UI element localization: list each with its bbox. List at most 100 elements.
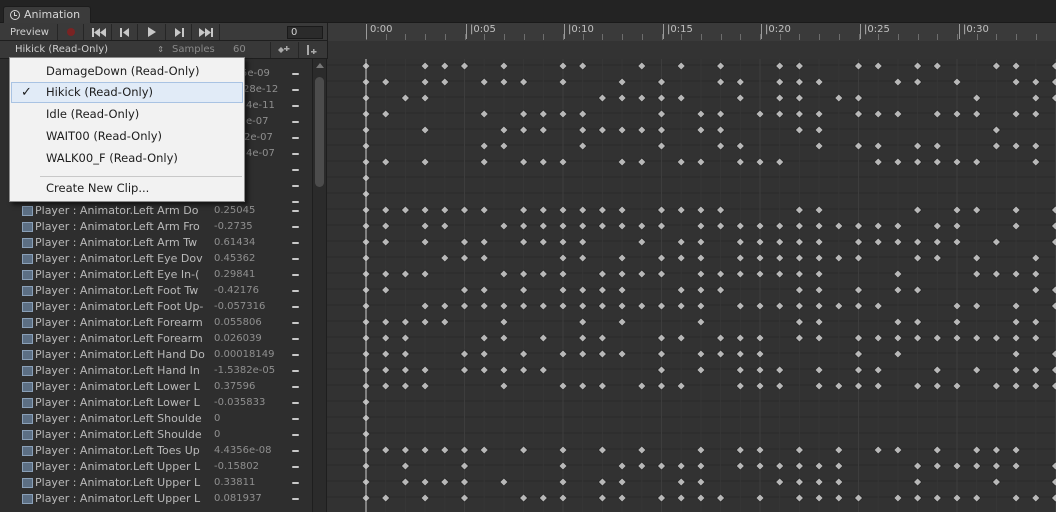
keyframe-diamond[interactable] — [952, 493, 962, 503]
property-value[interactable]: 0.081937 — [214, 491, 290, 507]
keyframe-diamond[interactable] — [932, 461, 942, 471]
keyframe-diamond[interactable] — [755, 365, 765, 375]
keyframe-diamond[interactable] — [578, 333, 588, 343]
keyframe-diamond[interactable] — [637, 301, 647, 311]
keyframe-diamond[interactable] — [538, 493, 548, 503]
keyframe-diamond[interactable] — [775, 109, 785, 119]
keyframe-diamond[interactable] — [519, 269, 529, 279]
keyframe-diamond[interactable] — [637, 445, 647, 455]
keyframe-diamond[interactable] — [676, 237, 686, 247]
keyframe-diamond[interactable] — [913, 493, 923, 503]
keyframe-diamond[interactable] — [1011, 221, 1021, 231]
remove-icon[interactable] — [292, 498, 299, 500]
keyframe-diamond[interactable] — [499, 365, 509, 375]
keyframe-diamond[interactable] — [1011, 381, 1021, 391]
keyframe-diamond[interactable] — [913, 317, 923, 327]
keyframe-diamond[interactable] — [735, 461, 745, 471]
keyframe-diamond[interactable] — [932, 109, 942, 119]
keyframe-diamond[interactable] — [617, 93, 627, 103]
property-row[interactable]: Player : Animator.Left Shoulde 0 — [0, 411, 312, 427]
keyframe-diamond[interactable] — [972, 493, 982, 503]
property-row[interactable]: Player : Animator.Left Toes Up 4.4356e-08 — [0, 443, 312, 459]
keyframe-diamond[interactable] — [657, 205, 666, 215]
keyframe-diamond[interactable] — [420, 269, 430, 279]
keyframe-diamond[interactable] — [400, 317, 410, 327]
keyframe-diamond[interactable] — [873, 333, 883, 343]
keyframe-diamond[interactable] — [696, 221, 706, 231]
keyframe-diamond[interactable] — [1051, 461, 1056, 471]
keyframe-diamond[interactable] — [558, 77, 568, 87]
keyframe-diamond[interactable] — [519, 77, 529, 87]
keyframe-diamond[interactable] — [854, 221, 863, 231]
remove-icon[interactable] — [292, 466, 299, 468]
keyframe-diamond[interactable] — [657, 461, 666, 471]
remove-icon[interactable] — [292, 274, 299, 276]
keyframe-diamond[interactable] — [1031, 333, 1041, 343]
keyframe-diamond[interactable] — [460, 205, 469, 215]
keyframe-diamond[interactable] — [775, 381, 785, 391]
keyframe-diamond[interactable] — [440, 477, 450, 487]
remove-icon[interactable] — [292, 137, 299, 139]
keyframe-diamond[interactable] — [755, 301, 765, 311]
keyframe-diamond[interactable] — [952, 77, 962, 87]
keyframe-diamond[interactable] — [558, 381, 568, 391]
keyframe-diamond[interactable] — [952, 333, 962, 343]
keyframe-diamond[interactable] — [1031, 381, 1041, 391]
property-row[interactable]: Player : Animator.Left Hand Do 0.00018149 — [0, 347, 312, 363]
keyframe-diamond[interactable] — [1031, 253, 1041, 263]
remove-icon[interactable] — [292, 185, 299, 187]
keyframe-diamond[interactable] — [617, 77, 627, 87]
keyframe-diamond[interactable] — [460, 477, 469, 487]
keyframe-diamond[interactable] — [775, 221, 785, 231]
keyframe-diamond[interactable] — [1031, 285, 1041, 295]
keyframe-diamond[interactable] — [597, 477, 607, 487]
keyframe-diamond[interactable] — [460, 349, 469, 359]
keyframe-diamond[interactable] — [991, 445, 1001, 455]
keyframe-diamond[interactable] — [794, 221, 804, 231]
keyframe-diamond[interactable] — [834, 301, 844, 311]
keyframe-diamond[interactable] — [696, 301, 706, 311]
keyframe-diamond[interactable] — [440, 317, 450, 327]
keyframe-diamond[interactable] — [617, 477, 627, 487]
keyframe-diamond[interactable] — [991, 477, 1001, 487]
keyframe-diamond[interactable] — [873, 445, 883, 455]
keyframe-diamond[interactable] — [597, 205, 607, 215]
keyframe-diamond[interactable] — [440, 301, 450, 311]
keyframe-diamond[interactable] — [814, 333, 824, 343]
keyframe-diamond[interactable] — [775, 365, 785, 375]
property-value[interactable]: 0 — [214, 427, 290, 443]
property-value[interactable]: 0 — [214, 411, 290, 427]
keyframe-diamond[interactable] — [617, 221, 627, 231]
keyframe-diamond[interactable] — [735, 221, 745, 231]
keyframe-diamond[interactable] — [519, 205, 529, 215]
keyframe-diamond[interactable] — [854, 333, 863, 343]
property-value[interactable]: -0.42176 — [214, 283, 290, 299]
keyframe-diamond[interactable] — [597, 125, 607, 135]
keyframe-diamond[interactable] — [794, 93, 804, 103]
keyframe-diamond[interactable] — [873, 237, 883, 247]
keyframe-diamond[interactable] — [972, 461, 982, 471]
keyframe-diamond[interactable] — [538, 205, 548, 215]
keyframe-diamond[interactable] — [696, 237, 706, 247]
property-row[interactable]: Player : Animator.Left Eye Dov 0.45362 — [0, 251, 312, 267]
keyframe-diamond[interactable] — [420, 205, 430, 215]
property-row[interactable]: Player : Animator.Left Hand In -1.5382e-0… — [0, 363, 312, 379]
keyframe-diamond[interactable] — [597, 301, 607, 311]
next-keyframe-button[interactable] — [166, 24, 192, 40]
keyframe-diamond[interactable] — [794, 493, 804, 503]
keyframe-diamond[interactable] — [932, 333, 942, 343]
keyframe-diamond[interactable] — [440, 253, 450, 263]
keyframe-diamond[interactable] — [932, 221, 942, 231]
remove-icon[interactable] — [292, 226, 299, 228]
keyframe-diamond[interactable] — [499, 221, 509, 231]
keyframe-diamond[interactable] — [893, 221, 903, 231]
keyframe-diamond[interactable] — [755, 253, 765, 263]
keyframe-diamond[interactable] — [657, 301, 666, 311]
keyframe-diamond[interactable] — [1011, 493, 1021, 503]
keyframe-diamond[interactable] — [755, 445, 765, 455]
keyframe-diamond[interactable] — [893, 333, 903, 343]
keyframe-diamond[interactable] — [617, 493, 627, 503]
keyframe-diamond[interactable] — [499, 333, 509, 343]
keyframe-diamond[interactable] — [657, 109, 666, 119]
keyframe-diamond[interactable] — [381, 285, 391, 295]
